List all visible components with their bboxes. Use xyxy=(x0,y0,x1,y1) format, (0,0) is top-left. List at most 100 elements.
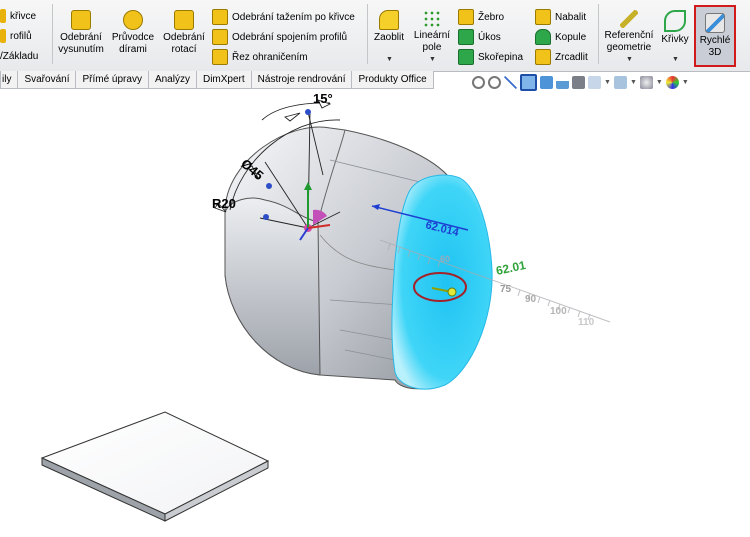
hole-wizard-icon xyxy=(123,10,143,30)
extruded-cut-button[interactable]: Odebrání vysunutím xyxy=(55,6,107,56)
chevron-down-icon[interactable]: ▼ xyxy=(672,56,679,63)
mirror-button[interactable]: Zrcadlit xyxy=(535,49,588,65)
label: Řez ohraničením xyxy=(232,51,308,63)
chevron-down-icon[interactable]: ▼ xyxy=(656,79,663,86)
linear-pattern-icon xyxy=(423,10,441,28)
divider xyxy=(598,4,599,64)
chevron-down-icon[interactable]: ▼ xyxy=(604,79,611,86)
wrap-button[interactable]: Nabalit xyxy=(535,9,586,25)
hide-show-icon[interactable] xyxy=(572,76,585,89)
reference-geometry-button[interactable]: Referenční geometrie xyxy=(602,6,656,54)
zoom-area-icon[interactable] xyxy=(488,76,501,89)
label: geometrie xyxy=(606,42,652,53)
live-dimension-value: 62.01 xyxy=(495,258,528,278)
lofted-cut-button[interactable]: Odebrání spojením profilů xyxy=(212,29,347,45)
sketch-point[interactable] xyxy=(266,183,272,189)
tab-weldments[interactable]: Svařování xyxy=(17,71,77,89)
mirror-icon xyxy=(535,49,551,65)
tab-direct-editing[interactable]: Přímé úpravy xyxy=(75,71,149,89)
dome-button[interactable]: Kopule xyxy=(535,29,586,45)
shell-button[interactable]: Skořepina xyxy=(458,49,523,65)
chevron-down-icon[interactable]: ▼ xyxy=(630,79,637,86)
boundary-cut-button[interactable]: Řez ohraničením xyxy=(212,49,308,65)
label: Odebrání xyxy=(60,32,102,43)
tab-office-products[interactable]: Produkty Office xyxy=(351,71,434,89)
fillet-button[interactable]: Zaoblit xyxy=(370,6,408,44)
boundary-cut-icon xyxy=(212,49,228,65)
fillet-icon xyxy=(379,10,399,30)
label: Referenční xyxy=(604,30,654,41)
view-settings-icon[interactable] xyxy=(639,76,653,89)
display-style-icon[interactable] xyxy=(556,76,569,89)
label: rotací xyxy=(171,44,197,55)
drag-handle[interactable] xyxy=(447,287,457,297)
command-tabs: ily Svařování Přímé úpravy Analýzy DimXp… xyxy=(0,71,434,89)
instant-3d-button[interactable]: Rychlé 3D xyxy=(694,5,736,67)
swept-cut-icon xyxy=(212,9,228,25)
revolved-cut-icon xyxy=(174,10,194,30)
label: Průvodce xyxy=(111,32,155,43)
label: 3D xyxy=(708,47,722,58)
tab-dimxpert[interactable]: DimXpert xyxy=(195,71,252,89)
partial-label-1: křivce xyxy=(10,10,37,22)
partial-label-2: rofilů xyxy=(10,30,32,42)
divider xyxy=(52,4,53,64)
command-ribbon: křivce rofilů /Základu Odebrání vysunutí… xyxy=(0,0,750,72)
radius-dimension[interactable]: R20 xyxy=(212,196,236,211)
shell-icon xyxy=(458,49,474,65)
edit-appearance-icon[interactable] xyxy=(588,76,601,89)
chevron-down-icon[interactable]: ▼ xyxy=(682,79,689,86)
label: Nabalit xyxy=(555,11,587,23)
label: pole xyxy=(422,42,442,53)
label: Zaoblit xyxy=(373,32,404,43)
label: Skořepina xyxy=(478,51,524,63)
dome-icon xyxy=(535,29,551,45)
loft-partial[interactable]: rofilů xyxy=(0,28,32,44)
graphics-area[interactable]: 15° Ø45 R20 62.014 75 90 100 110 60 62.0… xyxy=(0,89,750,537)
zoom-to-fit-icon[interactable] xyxy=(472,76,485,89)
realview-icon[interactable] xyxy=(665,76,679,89)
label: Odebrání spojením profilů xyxy=(232,31,348,43)
ruler-tick: 90 xyxy=(525,294,537,305)
partial-label-3: /Základu xyxy=(0,50,39,62)
divider xyxy=(367,4,368,64)
hole-wizard-button[interactable]: Průvodce dírami xyxy=(110,6,156,56)
cut-sweep-partial[interactable]: křivce xyxy=(0,8,36,24)
tab-partial[interactable]: ily xyxy=(0,71,19,89)
ruler-tick: 75 xyxy=(500,284,512,295)
view-orientation-icon[interactable] xyxy=(540,76,553,89)
label: Rychlé xyxy=(699,35,731,46)
tab-render-tools[interactable]: Nástroje rendrování xyxy=(250,71,353,89)
partial-icon xyxy=(0,29,6,43)
rib-icon xyxy=(458,9,474,25)
chevron-down-icon[interactable]: ▼ xyxy=(626,56,633,63)
chevron-down-icon[interactable]: ▼ xyxy=(429,56,436,63)
label: dírami xyxy=(119,44,147,55)
tab-evaluate[interactable]: Analýzy xyxy=(147,71,197,89)
selected-face[interactable] xyxy=(391,174,493,390)
curves-button[interactable]: Křivky xyxy=(660,6,690,46)
label: Kopule xyxy=(555,31,587,43)
label: vysunutím xyxy=(58,44,104,55)
sketch-point[interactable] xyxy=(305,109,311,115)
sketch-point[interactable] xyxy=(263,214,269,220)
plate-body[interactable] xyxy=(40,411,270,522)
revolved-cut-button[interactable]: Odebrání rotací xyxy=(160,6,208,56)
swept-cut-button[interactable]: Odebrání tažením po křivce xyxy=(212,9,355,25)
draft-button[interactable]: Úkos xyxy=(458,29,501,45)
chevron-down-icon[interactable]: ▼ xyxy=(386,56,393,63)
instant-3d-icon xyxy=(705,13,725,33)
rib-button[interactable]: Žebro xyxy=(458,9,504,25)
apply-scene-icon[interactable] xyxy=(613,76,627,89)
angle-dimension[interactable]: 15° xyxy=(313,91,333,106)
label: Odebrání tažením po křivce xyxy=(232,11,355,23)
lofted-cut-icon xyxy=(212,29,228,45)
curves-icon xyxy=(664,10,686,32)
boundary-partial[interactable]: /Základu xyxy=(0,48,38,64)
previous-view-icon[interactable] xyxy=(504,76,517,89)
linear-pattern-button[interactable]: Lineární pole xyxy=(411,6,453,54)
ruler-tick: 60 xyxy=(440,254,450,264)
draft-icon xyxy=(458,29,474,45)
extruded-cut-icon xyxy=(71,10,91,30)
label: Odebrání xyxy=(163,32,205,43)
